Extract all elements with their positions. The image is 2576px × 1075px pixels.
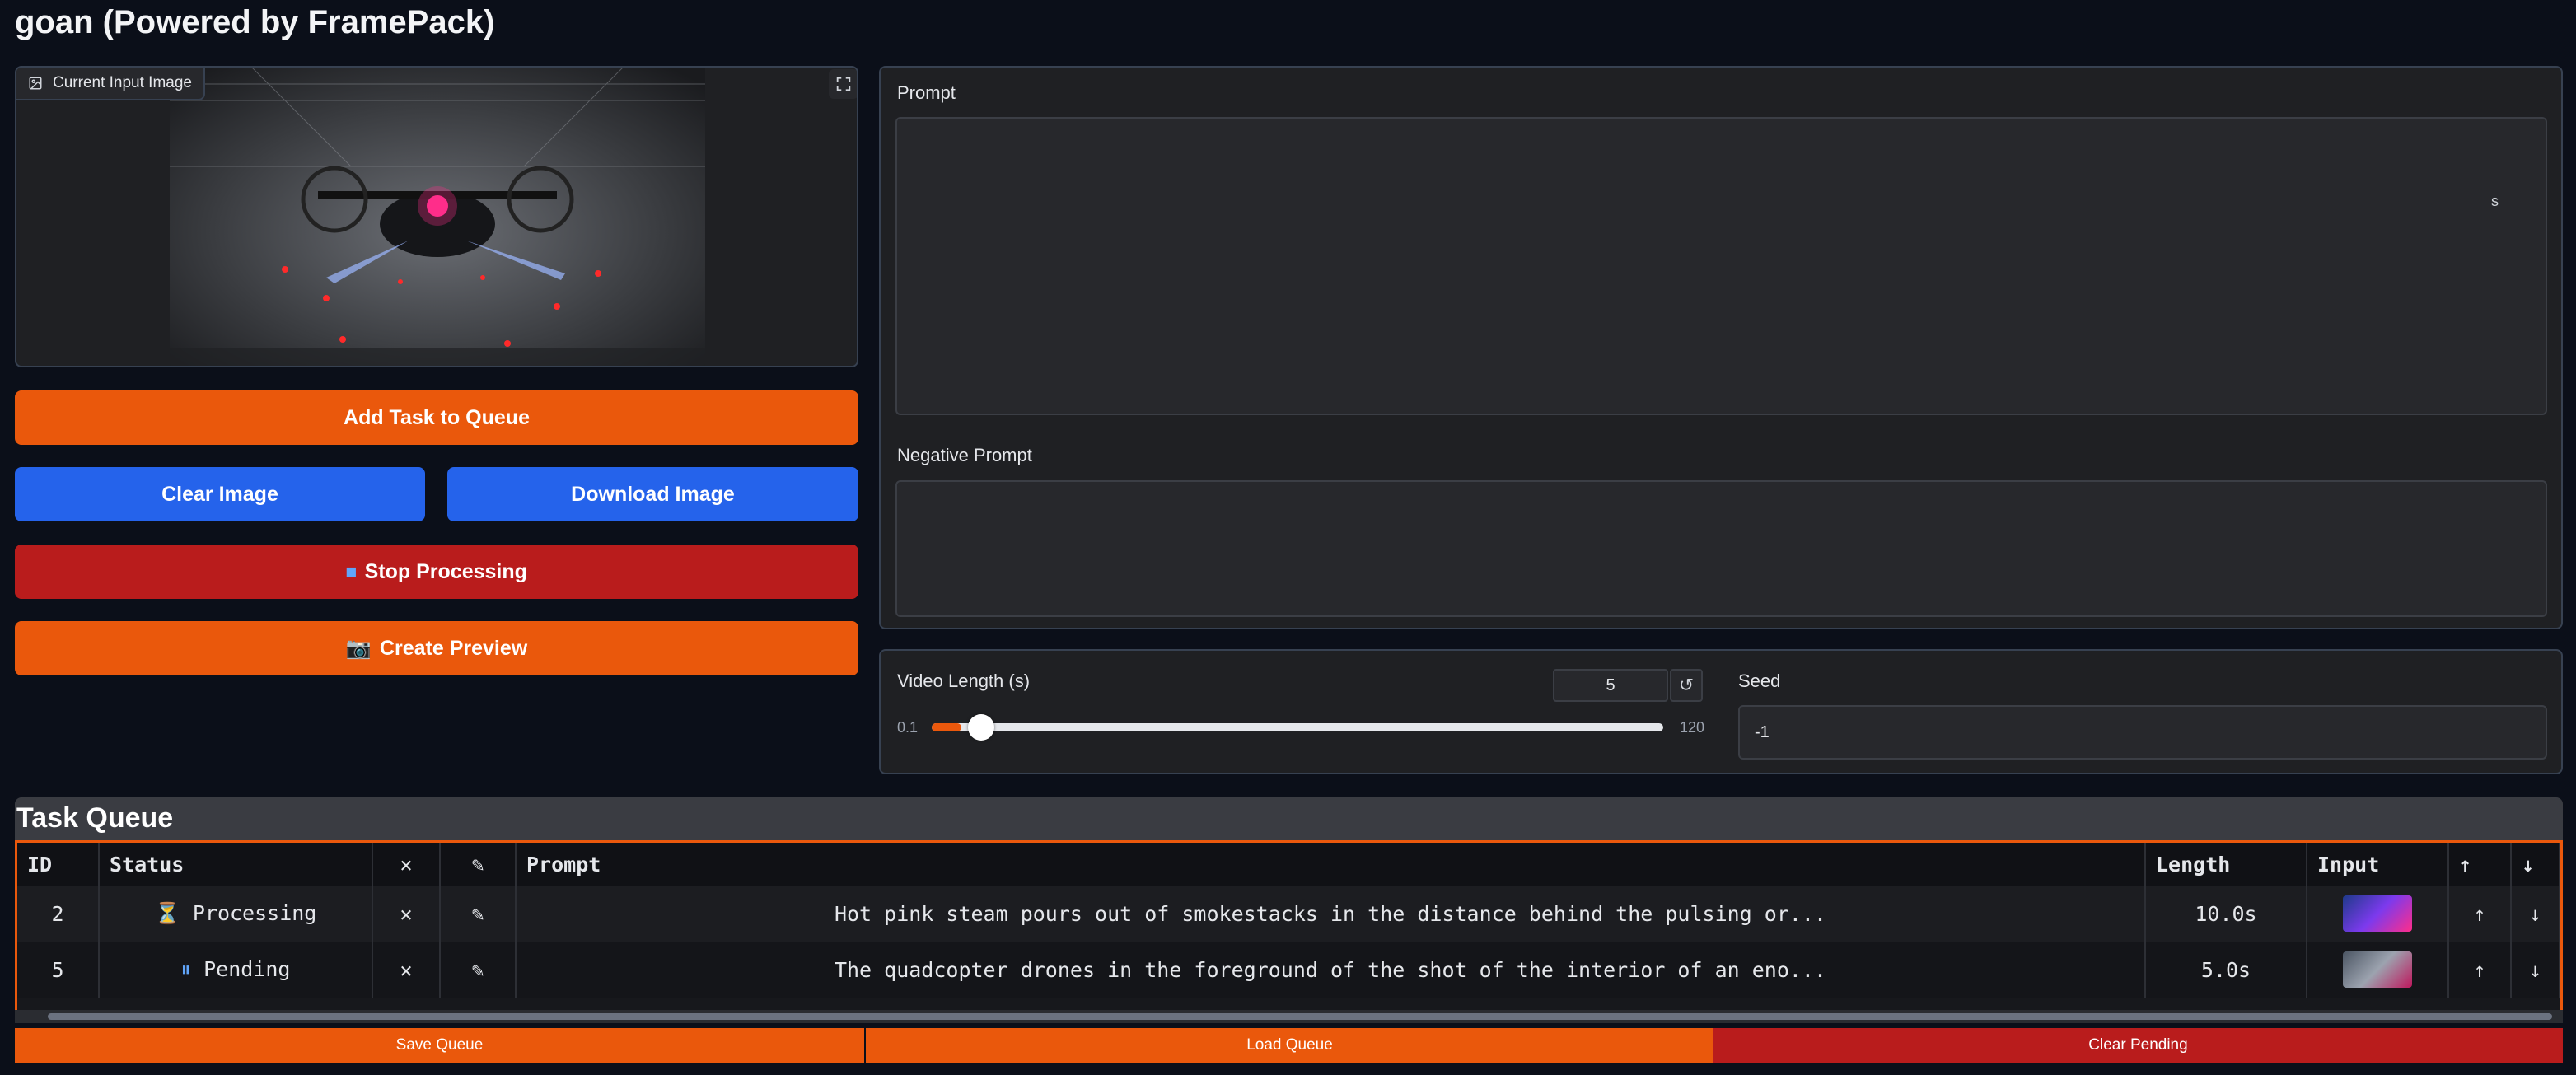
seed-label: Seed: [1738, 671, 1781, 691]
negative-prompt-label: Negative Prompt: [897, 445, 1032, 465]
negative-prompt-textarea[interactable]: [895, 480, 2547, 617]
input-image: [170, 68, 705, 366]
scrollbar-thumb[interactable]: [48, 1013, 2552, 1020]
prompt-textarea[interactable]: [895, 117, 2547, 415]
cell-prompt: Hot pink steam pours out of smokestacks …: [516, 886, 2146, 942]
create-preview-label: Create Preview: [379, 636, 528, 660]
stop-icon: ⏹: [346, 559, 357, 583]
input-thumbnail: [2343, 895, 2412, 932]
task-queue-title: Task Queue: [15, 797, 2563, 840]
stop-processing-label: Stop Processing: [364, 559, 527, 583]
table-scrollbar[interactable]: [15, 1010, 2563, 1023]
video-length-label: Video Length (s): [897, 671, 1031, 691]
cell-id: 2: [17, 886, 100, 942]
clear-pending-button[interactable]: Clear Pending: [1713, 1028, 2563, 1063]
stop-processing-button[interactable]: ⏹ Stop Processing: [15, 545, 858, 599]
remove-button[interactable]: ✕: [372, 886, 441, 942]
col-up: ↑: [2448, 843, 2512, 886]
status-text: Processing: [192, 901, 317, 925]
edit-button[interactable]: ✎: [440, 886, 517, 942]
pause-icon: ⏸: [180, 957, 192, 981]
cell-status: ⏸ Pending: [99, 942, 373, 998]
fullscreen-icon: [836, 77, 851, 91]
col-down: ↓: [2511, 843, 2560, 886]
status-text: Pending: [203, 957, 291, 981]
camera-icon: 📷: [345, 636, 372, 660]
table-row: 2 ⏳ Processing ✕ ✎ Hot pink steam pours …: [17, 886, 2560, 942]
cell-input: [2307, 886, 2449, 942]
cell-prompt: The quadcopter drones in the foreground …: [516, 942, 2146, 998]
task-queue-table: ID Status ✕ ✎ Prompt Length Input ↑ ↓ 2 …: [15, 840, 2563, 1023]
edit-button[interactable]: ✎: [440, 942, 517, 998]
col-prompt: Prompt: [516, 843, 2146, 886]
cell-id: 5: [17, 942, 100, 998]
clear-image-button[interactable]: Clear Image: [15, 467, 425, 521]
move-down-button[interactable]: ↓: [2511, 942, 2560, 998]
move-up-button[interactable]: ↑: [2448, 886, 2512, 942]
slider-fill: [932, 723, 961, 731]
image-label: Current Input Image: [16, 68, 205, 100]
table-row: 5 ⏸ Pending ✕ ✎ The quadcopter drones in…: [17, 942, 2560, 998]
remove-button[interactable]: ✕: [372, 942, 441, 998]
col-edit: ✎: [440, 843, 517, 886]
add-task-button[interactable]: Add Task to Queue: [15, 390, 858, 445]
move-up-button[interactable]: ↑: [2448, 942, 2512, 998]
reset-icon[interactable]: ↺: [1670, 669, 1703, 702]
download-image-button[interactable]: Download Image: [447, 467, 858, 521]
clear-image-label: Clear Image: [161, 482, 278, 506]
cell-input: [2307, 942, 2449, 998]
download-image-label: Download Image: [571, 482, 735, 506]
load-queue-label: Load Queue: [1246, 1036, 1333, 1054]
add-task-label: Add Task to Queue: [344, 405, 530, 429]
seed-input[interactable]: -1: [1738, 705, 2547, 760]
col-remove: ✕: [372, 843, 441, 886]
prompt-counter: s: [2491, 193, 2499, 209]
slider-max: 120: [1680, 719, 1705, 736]
fullscreen-button[interactable]: [829, 69, 857, 99]
video-length-slider[interactable]: [932, 714, 1663, 741]
prompt-label: Prompt: [897, 82, 956, 103]
image-icon: [29, 77, 42, 90]
col-input: Input: [2307, 843, 2449, 886]
input-thumbnail: [2343, 951, 2412, 988]
cell-length: 5.0s: [2145, 942, 2307, 998]
video-length-input[interactable]: 5: [1553, 669, 1668, 702]
create-preview-button[interactable]: 📷 Create Preview: [15, 621, 858, 675]
col-status: Status: [99, 843, 373, 886]
page-title: goan (Powered by FramePack): [15, 4, 495, 40]
save-queue-button[interactable]: Save Queue: [15, 1028, 864, 1063]
col-id: ID: [17, 843, 100, 886]
cell-status: ⏳ Processing: [99, 886, 373, 942]
hourglass-icon: ⏳: [154, 901, 180, 925]
save-queue-label: Save Queue: [395, 1036, 484, 1054]
clear-pending-label: Clear Pending: [2088, 1036, 2188, 1054]
move-down-button[interactable]: ↓: [2511, 886, 2560, 942]
load-queue-button[interactable]: Load Queue: [864, 1028, 1713, 1063]
cell-length: 10.0s: [2145, 886, 2307, 942]
slider-thumb[interactable]: [968, 714, 994, 741]
col-length: Length: [2145, 843, 2307, 886]
slider-min: 0.1: [897, 719, 919, 736]
image-label-text: Current Input Image: [53, 74, 192, 91]
input-image-panel[interactable]: Current Input Image: [15, 66, 858, 367]
